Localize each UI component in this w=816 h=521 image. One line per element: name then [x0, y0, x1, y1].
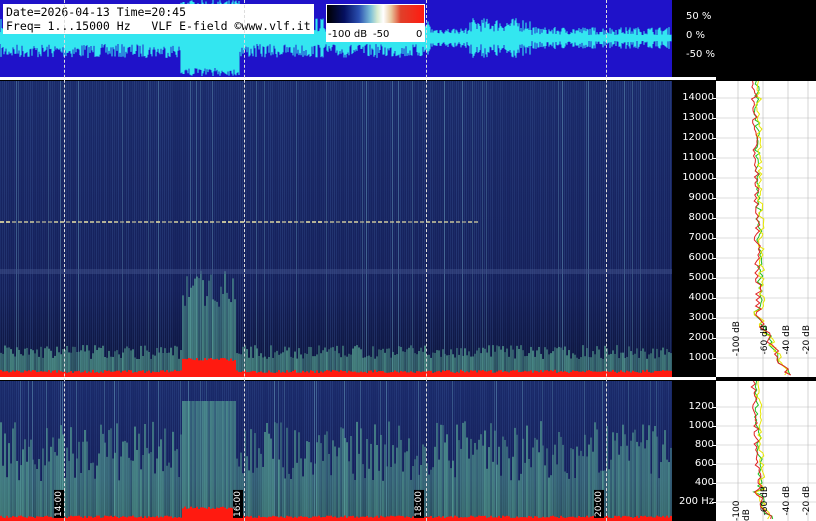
- frequency-tick-label: 1000: [688, 420, 714, 431]
- lower-frequency-axis: 1200 1000 800 600 400 200 Hz: [672, 381, 716, 521]
- frequency-label: Freq= 1...15000 Hz VLF E-field ©www.vlf.…: [6, 19, 311, 33]
- profile-db-label: -20 dB: [802, 486, 812, 516]
- frequency-tick-label: 200 Hz: [678, 496, 714, 507]
- profile-db-label: -100 dB: [732, 321, 742, 357]
- time-label: 20:00: [594, 490, 604, 518]
- profile-db-label: -60 dB: [760, 325, 770, 355]
- vlf-monitor: Date=2026-04-13 Time=20:45 Freq= 1...150…: [0, 0, 816, 521]
- spectrum-profile: -100 dB -60 dB -40 dB -20 dB: [716, 81, 816, 377]
- waveform-axis-label: 0 %: [686, 30, 706, 41]
- panel-separator: [0, 77, 716, 80]
- waveform-strip: Date=2026-04-13 Time=20:45 Freq= 1...150…: [0, 0, 672, 77]
- info-box: Date=2026-04-13 Time=20:45 Freq= 1...150…: [3, 4, 314, 34]
- time-gridline: [244, 0, 245, 521]
- lower-spectrum-profile: -100 dB -60 dB -40 dB -20 dB: [716, 381, 816, 521]
- spectrogram-image: [0, 81, 672, 377]
- frequency-tick-label: 8000: [688, 212, 714, 223]
- frequency-tick-label: 11000: [682, 152, 714, 163]
- frequency-tick-label: 12000: [682, 132, 714, 143]
- spectrogram-image: [0, 381, 672, 521]
- time-label: 14:00: [54, 490, 64, 518]
- frequency-tick-label: 1000: [688, 352, 714, 363]
- frequency-tick-label: 1200: [688, 401, 714, 412]
- profile-db-label: -100 dB: [732, 500, 752, 521]
- frequency-tick-label: 4000: [688, 292, 714, 303]
- time-gridline: [426, 0, 427, 521]
- profile-db-label: -40 dB: [782, 325, 792, 355]
- frequency-tick-label: 10000: [682, 172, 714, 183]
- time-label: 18:00: [414, 490, 424, 518]
- panel-separator: [0, 377, 716, 380]
- frequency-tick-label: 7000: [688, 232, 714, 243]
- lower-spectrogram: [0, 381, 672, 521]
- frequency-tick-label: 2000: [688, 332, 714, 343]
- time-gridline: [64, 0, 65, 521]
- frequency-tick-label: 3000: [688, 312, 714, 323]
- frequency-tick-label: 13000: [682, 112, 714, 123]
- color-scale: -100 dB -50 0: [326, 4, 425, 42]
- scale-label-min: -100 dB: [328, 29, 368, 40]
- profile-db-label: -60 dB: [760, 486, 770, 516]
- frequency-tick-label: 14000: [682, 92, 714, 103]
- main-spectrogram: [0, 81, 672, 377]
- color-scale-gradient: [327, 5, 424, 23]
- profile-db-label: -40 dB: [782, 486, 792, 516]
- waveform-axis-label: -50 %: [686, 49, 716, 60]
- time-label: 16:00: [233, 490, 243, 518]
- waveform-axis-panel: [716, 0, 816, 77]
- time-gridline: [606, 0, 607, 521]
- frequency-axis: 14000 13000 12000 11000 10000 9000 8000 7000 600…: [672, 81, 716, 377]
- frequency-tick-label: 6000: [688, 252, 714, 263]
- frequency-tick-label: 5000: [688, 272, 714, 283]
- date-time-label: Date=2026-04-13 Time=20:45: [6, 5, 187, 19]
- profile-db-label: -20 dB: [802, 325, 812, 355]
- waveform-axis-label: 50 %: [686, 11, 712, 22]
- frequency-tick-label: 9000: [688, 192, 714, 203]
- scale-label-max: 0: [416, 29, 423, 40]
- scale-label-mid: -50: [373, 29, 390, 40]
